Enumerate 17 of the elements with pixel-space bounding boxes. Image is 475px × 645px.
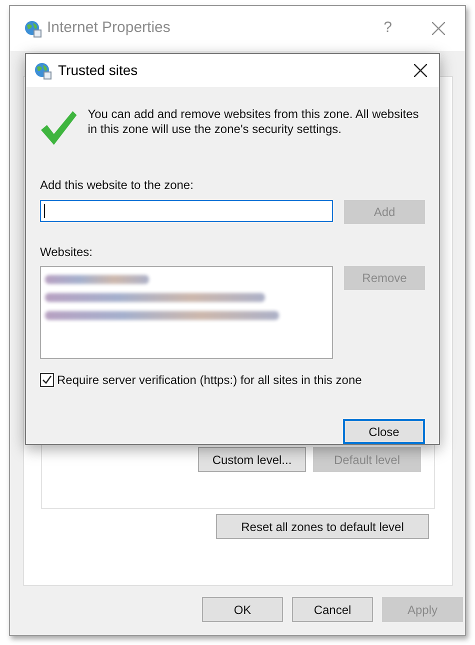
dialog-title: Trusted sites: [58, 61, 138, 80]
reset-zones-button[interactable]: Reset all zones to default level: [216, 514, 429, 539]
add-website-label: Add this website to the zone:: [40, 178, 194, 192]
checkmark-icon: [40, 110, 78, 146]
require-https-label: Require server verification (https:) for all sites in this zone: [57, 372, 362, 389]
close-icon[interactable]: [414, 64, 427, 77]
window-title: Internet Properties: [47, 18, 170, 38]
website-input-field[interactable]: [40, 200, 333, 222]
ok-button[interactable]: OK: [202, 597, 283, 622]
globe-icon: [34, 62, 52, 80]
cancel-button[interactable]: Cancel: [292, 597, 373, 622]
checkbox[interactable]: [40, 373, 54, 387]
websites-label: Websites:: [40, 245, 92, 259]
dialog-message: You can add and remove websites from this zone. All websites in this zone will use the zone's security settings.: [88, 107, 420, 138]
globe-icon: [24, 20, 42, 38]
custom-level-button[interactable]: Custom level...: [198, 447, 306, 472]
close-button[interactable]: Close: [343, 419, 425, 444]
